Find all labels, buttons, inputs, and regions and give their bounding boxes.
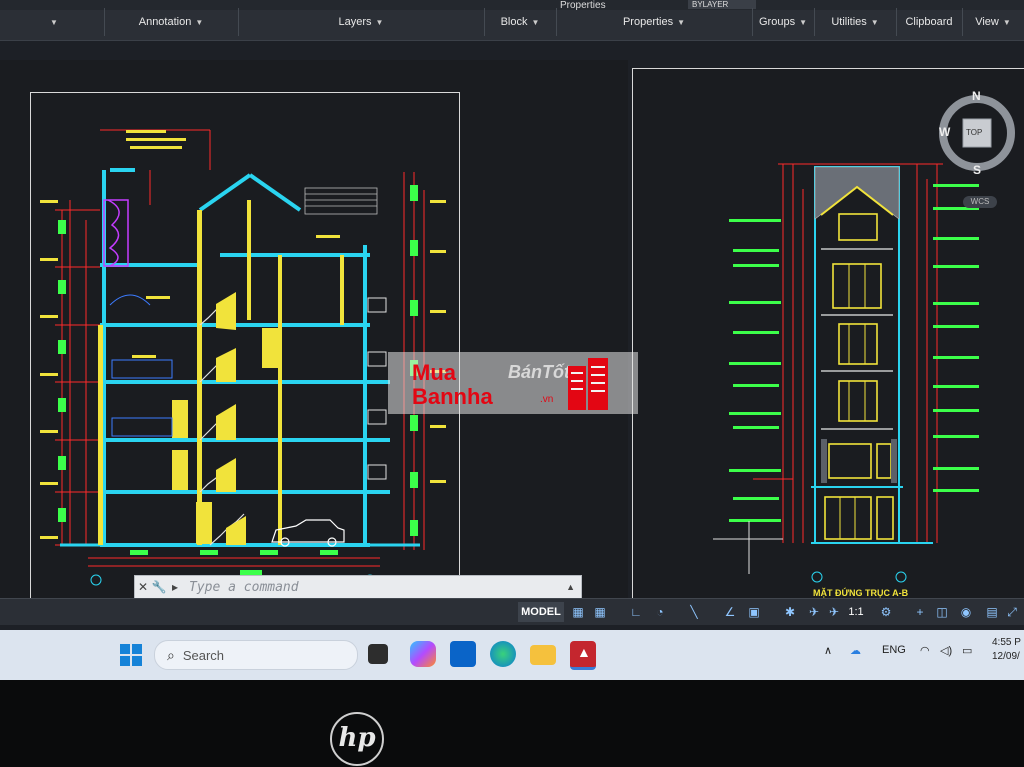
watermark-overlay: BánTốt — [508, 362, 570, 382]
viewport-left[interactable] — [0, 60, 628, 603]
building-logo-icon — [568, 358, 608, 410]
ribbon: Properties BYLAYER ▼ Annotation ▼ Layers ▼… — [0, 0, 1024, 41]
ribbon-panel-properties[interactable]: Properties ▼ — [556, 8, 753, 36]
watermark-line2: Bannha — [412, 384, 493, 409]
windows-start-icon[interactable] — [120, 644, 142, 666]
ribbon-panel-label: Layers — [338, 16, 372, 28]
ucs-icon[interactable]: ▣ — [746, 603, 762, 621]
gear-icon[interactable]: ⚙ — [878, 603, 894, 621]
ortho-icon[interactable]: ∟ — [628, 603, 644, 621]
chevron-up-icon[interactable]: ∧ — [824, 644, 832, 657]
outlook-icon[interactable] — [450, 641, 476, 667]
copilot-icon[interactable] — [410, 641, 436, 667]
ribbon-panel-label: Annotation — [138, 16, 192, 28]
battery-icon[interactable]: ▭ — [962, 644, 972, 657]
command-prompt-icon[interactable]: ▸ — [167, 580, 183, 594]
annotation-icon[interactable]: ✱ — [782, 603, 798, 621]
wcs-menu[interactable]: WCS — [963, 196, 997, 208]
ribbon-panel-annotation[interactable]: Annotation ▼ — [104, 8, 239, 36]
viewport-right[interactable]: MẶT ĐỨNG TRỤC A-B N S W TOP WCS — [632, 68, 1024, 601]
watermark-domain: .vn — [540, 394, 554, 405]
viewcube-south[interactable]: S — [973, 163, 981, 177]
wrench-icon[interactable]: 🔧 — [151, 580, 167, 594]
ribbon-panel-block[interactable]: Block ▼ — [484, 8, 557, 36]
onedrive-icon[interactable]: ☁ — [850, 644, 861, 657]
status-bar: MODEL ▦ ▦ ∟ ◔ ╲ ∠ ▣ ✱ ✈ ✈ 1:1 ⚙ + ◫ ◉ ▤ … — [0, 598, 1024, 625]
ribbon-panel-view[interactable]: View ▼ — [962, 8, 1024, 36]
auto-scale-icon[interactable]: ✈ — [826, 603, 842, 621]
volume-icon[interactable]: ◁) — [940, 644, 952, 657]
hardware-accel-icon[interactable]: ◉ — [958, 603, 974, 621]
ribbon-panel-label: Utilities — [831, 16, 867, 28]
chevron-up-icon[interactable]: ▲ — [566, 582, 575, 592]
chevron-down-icon: ▼ — [531, 17, 540, 27]
chevron-down-icon: ▼ — [1002, 17, 1011, 27]
search-icon: ⌕ — [167, 646, 175, 663]
annotation-visibility-icon[interactable]: ✈ — [806, 603, 822, 621]
clock-time: 4:55 P — [992, 637, 1021, 648]
viewcube-west[interactable]: W — [939, 125, 950, 139]
viewcube-north[interactable]: N — [972, 89, 981, 103]
ribbon-panel-label: Groups — [759, 16, 796, 28]
elevation-title: MẶT ĐỨNG TRỤC A-B — [813, 587, 909, 598]
windows-taskbar: ⌕ Search ▲ ∧ ☁ ENG ◠ ◁) ▭ 4:55 P 12/09/ — [0, 630, 1024, 680]
chevron-down-icon: ▼ — [195, 17, 204, 27]
task-view-icon[interactable] — [368, 644, 388, 664]
ribbon-panel-label: Clipboard — [905, 16, 953, 28]
chevron-down-icon: ▼ — [870, 17, 879, 27]
snap-icon[interactable]: ▦ — [592, 603, 608, 621]
clock-date: 12/09/ — [992, 651, 1020, 662]
autocad-icon[interactable]: ▲ — [570, 641, 596, 670]
command-input[interactable]: Type a command — [189, 580, 299, 595]
grid-icon[interactable]: ▦ — [570, 603, 586, 621]
ribbon-panel-label: Properties — [622, 16, 674, 28]
ribbon-panel-label: View — [975, 16, 999, 28]
polar-icon[interactable]: ◔ — [652, 603, 668, 621]
hp-logo: hp — [330, 712, 384, 766]
ribbon-panel-clipboard[interactable]: Clipboard — [896, 8, 963, 36]
watermark: Mua Bannha BánTốt .vn — [388, 352, 638, 414]
ribbon-panel-utilities[interactable]: Utilities ▼ — [814, 8, 897, 36]
watermark-line1: Mua — [412, 360, 456, 385]
file-explorer-icon[interactable] — [530, 645, 556, 665]
osnap-icon[interactable]: ╲ — [686, 603, 702, 621]
wifi-icon[interactable]: ◠ — [920, 644, 930, 657]
autocad-screen: Properties BYLAYER ▼ Annotation ▼ Layers ▼… — [0, 0, 1024, 680]
fullscreen-icon[interactable]: ⤢ — [1004, 603, 1020, 621]
isolate-icon[interactable]: ◫ — [934, 603, 950, 621]
clock[interactable]: 4:55 P 12/09/ — [992, 636, 1021, 664]
annotation-scale[interactable]: 1:1 — [848, 603, 864, 621]
edge-icon[interactable] — [490, 641, 516, 667]
command-line[interactable]: ✕ 🔧 ▸ Type a command ▲ — [134, 575, 582, 599]
clean-screen-icon[interactable]: ▤ — [984, 603, 1000, 621]
search-label: Search — [182, 647, 225, 663]
angle-icon[interactable]: ∠ — [722, 603, 738, 621]
viewcube[interactable]: N S W TOP — [935, 89, 1019, 177]
ribbon-panel-label: Block — [500, 16, 528, 28]
plus-icon[interactable]: + — [912, 603, 928, 621]
ribbon-panel-left[interactable]: ▼ — [0, 8, 105, 36]
model-tab[interactable]: MODEL — [518, 602, 564, 622]
ribbon-panel-groups[interactable]: Groups ▼ — [752, 8, 815, 36]
section-drawing — [40, 129, 446, 586]
viewcube-top-face[interactable]: TOP — [966, 128, 982, 137]
chevron-down-icon: ▼ — [375, 17, 384, 27]
language-indicator[interactable]: ENG — [882, 644, 906, 656]
ribbon-panel-layers[interactable]: Layers ▼ — [238, 8, 485, 36]
chevron-down-icon: ▼ — [799, 17, 807, 27]
close-icon[interactable]: ✕ — [135, 580, 151, 594]
chevron-down-icon: ▼ — [677, 17, 686, 27]
taskbar-search[interactable]: ⌕ Search — [154, 640, 358, 670]
